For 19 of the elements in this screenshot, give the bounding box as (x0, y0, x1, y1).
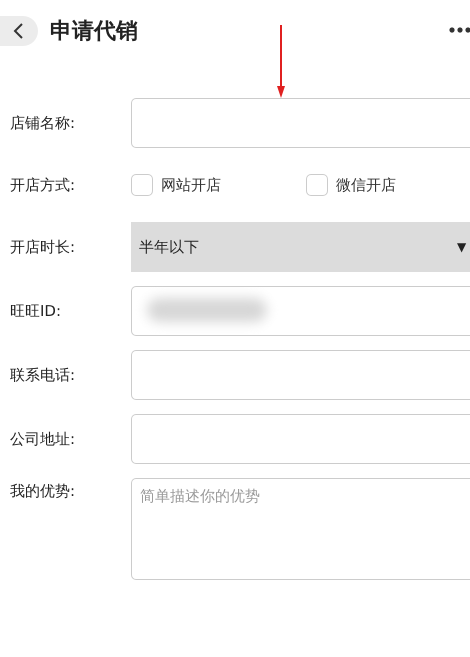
back-button[interactable] (0, 16, 38, 46)
field-label: 我的优势: (9, 481, 76, 501)
field-label: 开店时长: (9, 238, 76, 256)
dropdown-select[interactable]: 半年以下 ▼ (131, 222, 470, 272)
page-title: 申请代销 (50, 18, 138, 46)
back-icon (13, 22, 25, 40)
input-field[interactable] (131, 414, 470, 464)
checkbox[interactable] (131, 174, 153, 196)
input-field[interactable] (131, 98, 470, 148)
input-field[interactable] (131, 350, 470, 400)
checkbox[interactable] (306, 174, 328, 196)
field-label: 公司地址: (9, 430, 76, 448)
option-label: 网站开店 (161, 176, 221, 194)
text-area[interactable]: 简单描述你的优势 (131, 478, 470, 580)
field-label: 联系电话: (9, 366, 76, 384)
option-label: 微信开店 (336, 176, 396, 194)
field-label: 店铺名称: (9, 114, 76, 132)
field-label: 旺旺ID: (9, 302, 62, 320)
field-label: 开店方式: (9, 176, 76, 194)
